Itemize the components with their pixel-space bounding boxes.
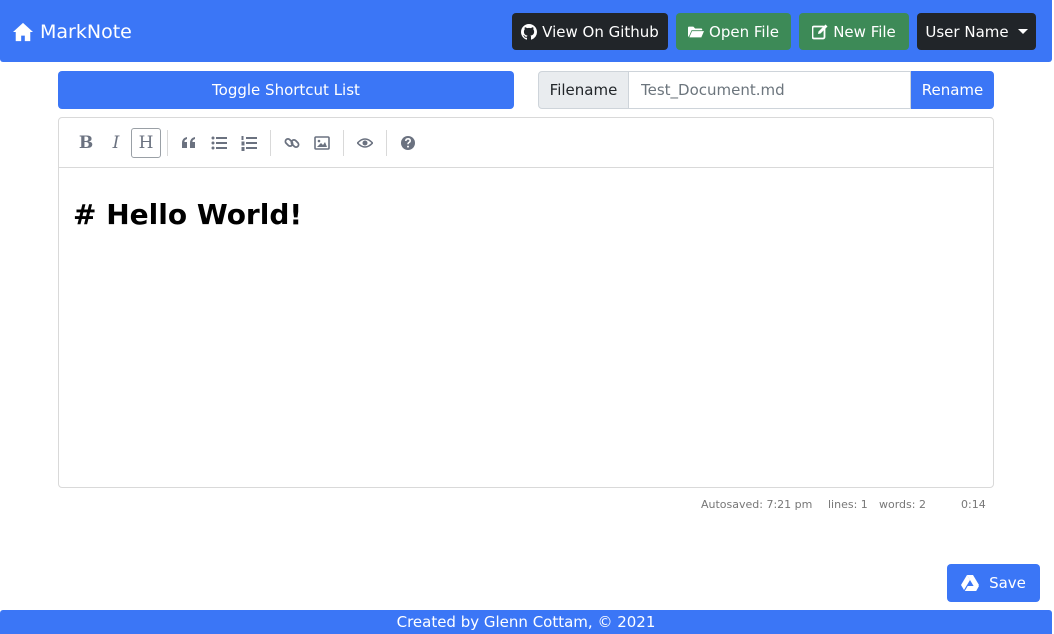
- preview-button[interactable]: [350, 128, 380, 158]
- open-file-label: Open File: [709, 22, 779, 41]
- markdown-editor: B I H # Hello World!: [58, 117, 994, 488]
- image-icon: [314, 135, 330, 150]
- ordered-list-button[interactable]: [234, 128, 264, 158]
- editor-content[interactable]: # Hello World!: [59, 168, 993, 261]
- user-menu-label: User Name: [925, 22, 1009, 41]
- new-file-label: New File: [833, 22, 896, 41]
- ordered-list-icon: [241, 135, 257, 151]
- link-button[interactable]: [277, 128, 307, 158]
- toolbar-divider: [167, 129, 168, 156]
- navbar: MarkNote View On Github Open File New Fi…: [0, 0, 1052, 62]
- folder-open-icon: [688, 26, 705, 37]
- eye-icon: [357, 137, 373, 148]
- line-count: lines: 1: [828, 498, 868, 511]
- filename-group: Filename Rename: [538, 71, 994, 109]
- editor-line: # Hello World!: [73, 198, 303, 231]
- link-icon: [284, 137, 300, 148]
- brand-label: MarkNote: [40, 21, 132, 43]
- toggle-shortcut-list-button[interactable]: Toggle Shortcut List: [58, 71, 514, 109]
- new-file-button[interactable]: New File: [799, 13, 909, 50]
- save-button[interactable]: Save: [947, 564, 1040, 602]
- toolbar-divider: [343, 129, 344, 156]
- github-icon: [521, 23, 538, 40]
- view-on-github-button[interactable]: View On Github: [512, 13, 668, 50]
- autosave-status: Autosaved: 7:21 pm: [701, 498, 813, 511]
- bold-button[interactable]: B: [71, 128, 101, 158]
- footer: Created by Glenn Cottam, © 2021: [0, 610, 1052, 634]
- editor-toolbar: B I H: [59, 118, 993, 168]
- unordered-list-icon: [211, 136, 227, 149]
- rename-button[interactable]: Rename: [911, 71, 994, 109]
- filename-input[interactable]: [629, 71, 911, 109]
- filename-label: Filename: [538, 71, 629, 109]
- toolbar-divider: [270, 129, 271, 156]
- toolbar-divider: [386, 129, 387, 156]
- save-label: Save: [989, 574, 1026, 592]
- user-menu-button[interactable]: User Name: [917, 13, 1036, 50]
- quote-button[interactable]: [174, 128, 204, 158]
- word-count: words: 2: [879, 498, 926, 511]
- view-on-github-label: View On Github: [542, 22, 659, 41]
- edit-icon: [812, 24, 828, 39]
- italic-button[interactable]: I: [101, 128, 131, 158]
- image-button[interactable]: [307, 128, 337, 158]
- guide-button[interactable]: [393, 128, 423, 158]
- question-circle-icon: [401, 135, 415, 150]
- cursor-position: 0:14: [961, 498, 986, 511]
- brand[interactable]: MarkNote: [12, 18, 132, 46]
- open-file-button[interactable]: Open File: [676, 13, 791, 50]
- home-icon: [13, 22, 33, 42]
- heading-button[interactable]: H: [131, 127, 161, 158]
- caret-down-icon: [1017, 29, 1028, 34]
- quote-icon: [182, 136, 195, 148]
- unordered-list-button[interactable]: [204, 128, 234, 158]
- google-drive-icon: [961, 575, 980, 591]
